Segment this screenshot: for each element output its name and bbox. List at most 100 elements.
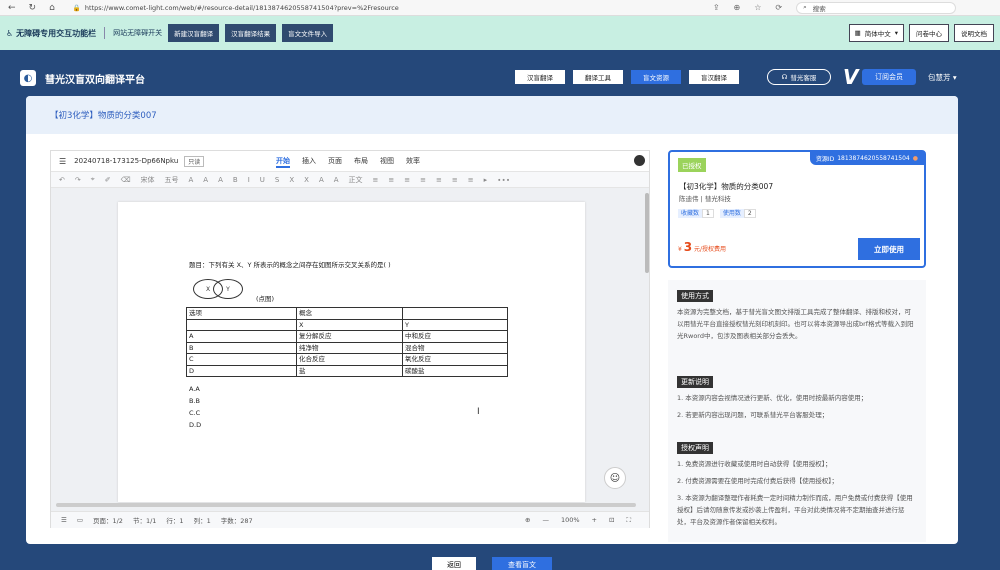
comment-icon[interactable]: ▭	[77, 516, 83, 524]
new-translation-button[interactable]: 新建汉盲翻译	[168, 24, 220, 42]
underline-icon[interactable]: U	[260, 176, 265, 184]
nav-braille-resources[interactable]: 盲文资源	[631, 70, 681, 84]
chevron-down-icon: ▾	[894, 29, 898, 37]
align-center-icon[interactable]: ≡	[388, 176, 394, 184]
align-left-icon[interactable]: ≡	[373, 176, 379, 184]
strike-icon[interactable]: S	[275, 176, 279, 184]
refresh-icon[interactable]: ⟳	[775, 3, 782, 12]
update-item: 1. 本资源内容会视情况进行更新、优化，使用时按最新内容使用；	[677, 394, 868, 402]
avatar[interactable]	[634, 155, 645, 166]
table-cell: A	[186, 330, 297, 343]
table-cell: 概念	[296, 307, 403, 320]
update-heading: 更新说明	[677, 376, 713, 388]
fit-icon[interactable]: ⊡	[609, 516, 614, 524]
star-icon[interactable]: ☆	[754, 3, 761, 12]
tab-view[interactable]: 视图	[380, 156, 394, 168]
share-icon[interactable]: ⇪	[713, 3, 720, 12]
back-icon[interactable]: ←	[8, 3, 16, 13]
copy-icon[interactable]: ●	[913, 155, 918, 162]
zoom-out-icon[interactable]: —	[542, 516, 549, 524]
redo-icon[interactable]: ↷	[75, 176, 81, 184]
browser-search[interactable]: ⌕ 搜索	[796, 1, 957, 14]
menu-icon[interactable]: ☰	[59, 157, 66, 166]
docs-button[interactable]: 说明文档	[954, 24, 994, 42]
justify-icon[interactable]: ≡	[420, 176, 426, 184]
price-unit: 元/授权费用	[694, 246, 727, 253]
table-row: A 复分解反应 中和反应	[186, 330, 508, 343]
document-editor: ☰ 20240718-173125-Dp66Npku 只读 开始 插入 页面 布…	[50, 150, 650, 528]
font-clear-icon[interactable]: A	[218, 176, 223, 184]
user-menu[interactable]: 包慧芳 ▾	[928, 72, 957, 83]
tab-efficiency[interactable]: 效率	[406, 156, 420, 168]
align-right-icon[interactable]: ≡	[404, 176, 410, 184]
address-bar[interactable]: 🔒 https://www.comet-light.com/web/#/reso…	[73, 2, 693, 14]
bottom-actions: 返回 查看盲文	[432, 557, 552, 570]
table-cell: C	[186, 353, 297, 366]
table-cell: 选项	[186, 307, 297, 320]
home-icon[interactable]: ⌂	[49, 3, 55, 13]
lock-icon: 🔒	[72, 3, 81, 12]
style-select[interactable]: 正文	[349, 175, 363, 185]
zoom-icon[interactable]: ⊕	[734, 3, 741, 12]
play-icon[interactable]: ▸	[484, 176, 488, 184]
view-braille-button[interactable]: 查看盲文	[492, 557, 552, 570]
accessibility-toggle[interactable]: 网站无障碍开关	[113, 28, 162, 38]
customer-service-button[interactable]: ☊ 彗光客服	[767, 69, 831, 85]
outline-icon[interactable]: ☰	[61, 516, 67, 524]
license-item: 3. 本资源为翻译整理作者耗费一定时间精力制作而成，用户免费或付费获得【使用授权…	[677, 494, 913, 526]
undo-icon[interactable]: ↶	[59, 176, 65, 184]
license-tag: 已授权	[678, 158, 706, 172]
font-size-select[interactable]: 五号	[164, 175, 178, 185]
option-a: A.A	[189, 385, 200, 393]
translation-result-button[interactable]: 汉盲翻译结果	[225, 24, 277, 42]
back-button[interactable]: 返回	[432, 557, 476, 570]
bold-icon[interactable]: B	[233, 176, 238, 184]
nav-braille-han[interactable]: 盲汉翻译	[689, 70, 739, 84]
zoom-controls: ⊕ — 100% + ⊡ ⛶	[525, 516, 631, 525]
browser-toolbar: ← ↻ ⌂ 🔒 https://www.comet-light.com/web/…	[0, 0, 1000, 16]
format-painter-icon[interactable]: ⌖	[91, 175, 95, 184]
use-now-button[interactable]: 立即使用	[858, 238, 920, 260]
braille-import-button[interactable]: 盲文文件导入	[282, 24, 334, 42]
more-icon[interactable]: ∙∙∙	[497, 176, 510, 184]
vertical-scrollbar[interactable]	[645, 193, 649, 273]
eraser-icon[interactable]: ⌫	[121, 176, 131, 184]
assistant-icon[interactable]: ☺	[604, 467, 626, 489]
nav-tools[interactable]: 翻译工具	[573, 70, 623, 84]
tab-layout[interactable]: 布局	[354, 156, 368, 168]
divider	[104, 27, 106, 39]
font-color-icon[interactable]: A	[334, 176, 339, 184]
zoom-level[interactable]: 100%	[561, 516, 580, 524]
indent-icon[interactable]: ≡	[468, 176, 474, 184]
font-family-select[interactable]: 宋体	[140, 175, 154, 185]
tab-start[interactable]: 开始	[276, 156, 290, 168]
horizontal-scrollbar[interactable]	[56, 503, 636, 507]
line-spacing-icon[interactable]: ≡	[452, 176, 458, 184]
fullscreen-icon[interactable]: ⛶	[626, 516, 631, 525]
italic-icon[interactable]: I	[248, 176, 250, 184]
reload-icon[interactable]: ↻	[29, 3, 37, 13]
highlight-icon[interactable]: A	[319, 176, 324, 184]
subscript-icon[interactable]: X	[304, 176, 309, 184]
nav-han-braille[interactable]: 汉盲翻译	[515, 70, 565, 84]
option-d: D.D	[189, 421, 202, 429]
subscribe-button[interactable]: 订阅会员	[862, 69, 916, 85]
language-select[interactable]: ▦ 简体中文 ▾	[848, 24, 904, 42]
info-panel: 使用方式 本资源为完整文档，基于彗光盲文图文排版工具完成了整体翻译、排版和校对，…	[668, 280, 926, 542]
usage-text: 本资源为完整文档，基于彗光盲文图文排版工具完成了整体翻译、排版和校对，可以用彗光…	[677, 308, 914, 340]
font-shrink-icon[interactable]: A	[203, 176, 208, 184]
globe-icon[interactable]: ⊕	[525, 516, 530, 524]
license-heading: 授权声明	[677, 442, 713, 454]
format-toolbar: ↶ ↷ ⌖ ✐ ⌫ 宋体 五号 A A A B I U S X X A A 正文…	[51, 171, 649, 188]
tab-insert[interactable]: 插入	[302, 156, 316, 168]
font-grow-icon[interactable]: A	[188, 176, 193, 184]
survey-button[interactable]: 问卷中心	[909, 24, 949, 42]
table-cell: 中和反应	[402, 330, 508, 343]
zoom-in-icon[interactable]: +	[592, 516, 597, 524]
pen-icon[interactable]: ✐	[105, 176, 111, 184]
stat-label: 使用数	[719, 209, 744, 218]
superscript-icon[interactable]: X	[289, 176, 294, 184]
distributed-icon[interactable]: ≡	[436, 176, 442, 184]
status-section: 节：1/1	[132, 517, 157, 525]
tab-page[interactable]: 页面	[328, 156, 342, 168]
